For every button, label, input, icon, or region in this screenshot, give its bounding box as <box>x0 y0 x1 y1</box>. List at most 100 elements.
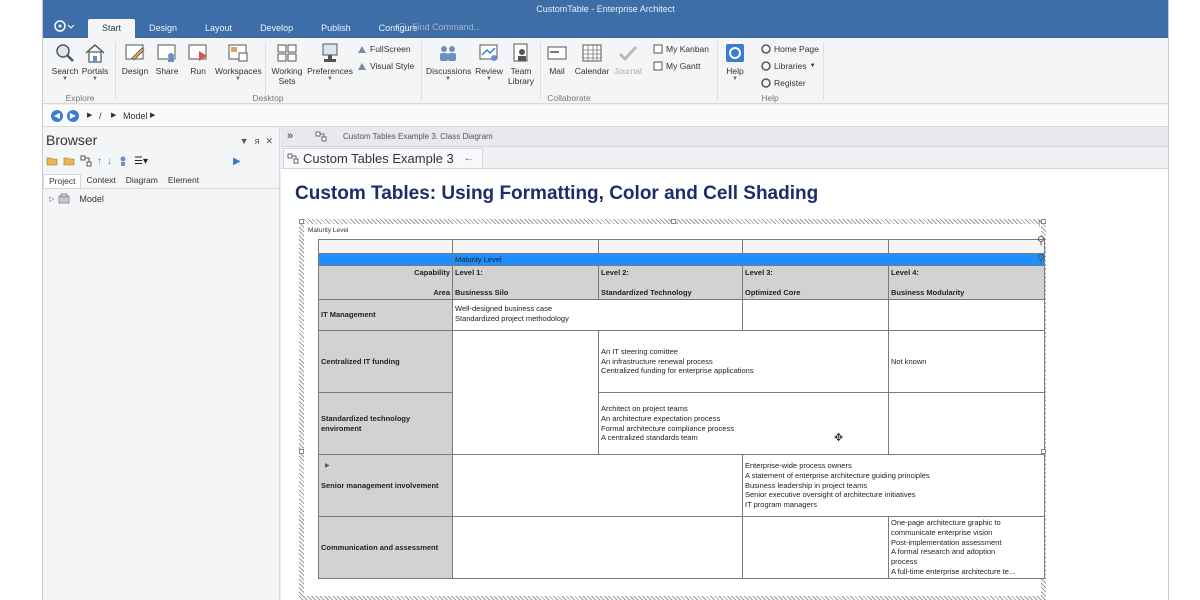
table-cell[interactable]: One-page architecture graphic to communi… <box>888 516 1045 579</box>
table-cell[interactable]: Well-designed business case Standardized… <box>452 299 743 331</box>
move-down-icon[interactable]: ↓ <box>107 156 112 167</box>
maturity-table[interactable]: Maturity Level Capability Area Level 1: <box>318 239 1045 579</box>
fullscreen-button[interactable]: FullScreen <box>357 44 411 54</box>
tab-layout[interactable]: Layout <box>191 19 246 38</box>
calendar-button[interactable]: Calendar <box>574 42 610 76</box>
visual-style-button[interactable]: Visual Style <box>357 61 414 71</box>
register-button[interactable]: Register <box>761 78 806 88</box>
table-cell[interactable]: An IT steering comittee An infrastructur… <box>598 330 889 393</box>
tab-develop[interactable]: Develop <box>246 19 307 38</box>
table-cell[interactable] <box>888 392 1045 455</box>
tab-element[interactable]: Element <box>163 174 204 188</box>
diagram-breadcrumb-bar: » Custom Tables Example 3. Class Diagram <box>281 127 1168 147</box>
tab-publish[interactable]: Publish <box>307 19 365 38</box>
table-row: Standardized technology enviroment Archi… <box>318 392 1045 455</box>
help-button[interactable]: Help ▼ <box>723 42 747 82</box>
pin-icon[interactable]: я <box>255 136 260 147</box>
quick-linker-arrow-icon[interactable]: ↑ <box>1037 217 1045 229</box>
table-cell[interactable] <box>742 516 889 579</box>
libraries-button[interactable]: Libraries ▼ <box>761 61 816 71</box>
format-brush-icon[interactable]: ⚲ <box>1037 234 1045 247</box>
table-cell[interactable] <box>742 299 889 331</box>
row-header-centralized-funding[interactable]: Centralized IT funding <box>318 330 453 393</box>
area-label: Area <box>433 287 450 297</box>
properties-icon[interactable] <box>117 155 129 167</box>
journal-button[interactable]: Journal <box>612 42 644 76</box>
portals-button[interactable]: Portals ▼ <box>81 42 109 82</box>
app-menu-icon[interactable] <box>53 19 77 35</box>
tab-context[interactable]: Context <box>81 174 120 188</box>
workspaces-button[interactable]: Workspaces ▼ <box>215 42 262 82</box>
home-page-button[interactable]: Home Page <box>761 44 819 54</box>
my-kanban-button[interactable]: My Kanban <box>653 44 709 54</box>
tab-design[interactable]: Design <box>135 19 191 38</box>
table-cell[interactable] <box>452 454 743 517</box>
table-cell[interactable]: Enterprise-wide process owners A stateme… <box>742 454 1045 517</box>
chevron-right-icon[interactable]: ▶ <box>87 111 92 119</box>
level-header[interactable]: Level 2: Standardized Technology <box>598 265 743 300</box>
tree-item-model[interactable]: ▷ Model <box>49 193 104 204</box>
table-cell[interactable] <box>452 239 599 254</box>
table-cell[interactable]: Architect on project teams An architectu… <box>598 392 889 455</box>
dropdown-icon[interactable]: ▼ <box>240 136 249 147</box>
resize-handle[interactable] <box>671 219 676 224</box>
level-header[interactable]: Level 1: Businesss Silo <box>452 265 599 300</box>
table-cell[interactable] <box>888 239 1045 254</box>
level-header[interactable]: Level 4: Business Modularity <box>888 265 1045 300</box>
breadcrumb-model[interactable]: Model <box>123 111 148 121</box>
table-cell[interactable] <box>888 299 1045 331</box>
tab-project[interactable]: Project <box>43 174 82 188</box>
maturity-level-header[interactable]: Maturity Level <box>452 253 1045 266</box>
table-cell[interactable] <box>742 239 889 254</box>
new-folder-icon[interactable] <box>63 155 75 167</box>
my-gantt-button[interactable]: My Gantt <box>653 61 700 71</box>
resize-handle[interactable] <box>1041 449 1046 454</box>
move-up-icon[interactable]: ↑ <box>97 156 102 167</box>
tab-start[interactable]: Start <box>88 19 136 38</box>
double-chevron-right-icon[interactable]: » <box>287 130 293 142</box>
diagram-tab[interactable]: Custom Tables Example 3 ← <box>283 148 483 168</box>
table-cell[interactable]: Not known <box>888 330 1045 393</box>
discussions-button[interactable]: Discussions ▼ <box>426 42 471 82</box>
fullscreen-icon <box>358 46 366 53</box>
row-header-senior-management[interactable]: Senior management involvement <box>318 454 453 517</box>
chevron-right-icon[interactable]: ▶ <box>111 111 116 119</box>
mail-button[interactable]: Mail <box>543 42 571 76</box>
preferences-button[interactable]: Preferences ▼ <box>307 42 353 82</box>
resize-handle[interactable] <box>299 449 304 454</box>
row-header-communication[interactable]: Communication and assessment <box>318 516 453 579</box>
row-expand-arrow-icon[interactable]: ▶ <box>325 462 330 469</box>
row-header-it-management[interactable]: IT Management <box>318 299 453 331</box>
level-header[interactable]: Level 3: Optimized Core <box>742 265 889 300</box>
team-library-button[interactable]: Team Library <box>507 42 535 86</box>
table-cell[interactable] <box>452 330 599 455</box>
table-cell[interactable] <box>598 239 743 254</box>
zoom-icon[interactable]: ⚲ <box>1037 252 1045 265</box>
share-button[interactable]: Share <box>153 42 181 76</box>
capability-area-header[interactable]: Capability Area <box>318 265 453 300</box>
forward-icon[interactable]: ▶ <box>67 110 79 122</box>
pin-tab-icon[interactable]: ← <box>464 153 474 164</box>
search-button[interactable]: Search ▼ <box>51 42 79 82</box>
table-cell[interactable] <box>318 253 453 266</box>
table-cell[interactable] <box>452 516 743 579</box>
back-icon[interactable]: ◀ <box>51 110 63 122</box>
chevron-right-icon[interactable]: ▶ <box>150 111 155 119</box>
review-button[interactable]: Review ▼ <box>474 42 504 82</box>
resize-handle[interactable] <box>299 219 304 224</box>
working-sets-button[interactable]: Working Sets <box>269 42 305 86</box>
expand-arrow-icon[interactable]: ▷ <box>49 195 54 203</box>
diagram-canvas[interactable]: Custom Tables: Using Formatting, Color a… <box>281 168 1168 600</box>
find-command-input[interactable]: ◯ Find Command... <box>397 22 481 33</box>
design-button[interactable]: Design <box>121 42 149 76</box>
new-package-icon[interactable] <box>46 155 58 167</box>
new-diagram-icon[interactable] <box>80 155 92 167</box>
menu-icon[interactable]: ☰▾ <box>134 156 148 167</box>
tab-diagram[interactable]: Diagram <box>121 174 163 188</box>
table-cell[interactable] <box>318 239 453 254</box>
row-header-standardized-technology[interactable]: Standardized technology enviroment <box>318 392 453 455</box>
custom-table-element[interactable]: Maturity Level Maturity Level Capability… <box>299 219 1046 600</box>
run-button[interactable]: Run <box>184 42 212 76</box>
expand-icon[interactable]: ▶ <box>233 156 241 167</box>
close-icon[interactable]: ✕ <box>265 136 273 147</box>
